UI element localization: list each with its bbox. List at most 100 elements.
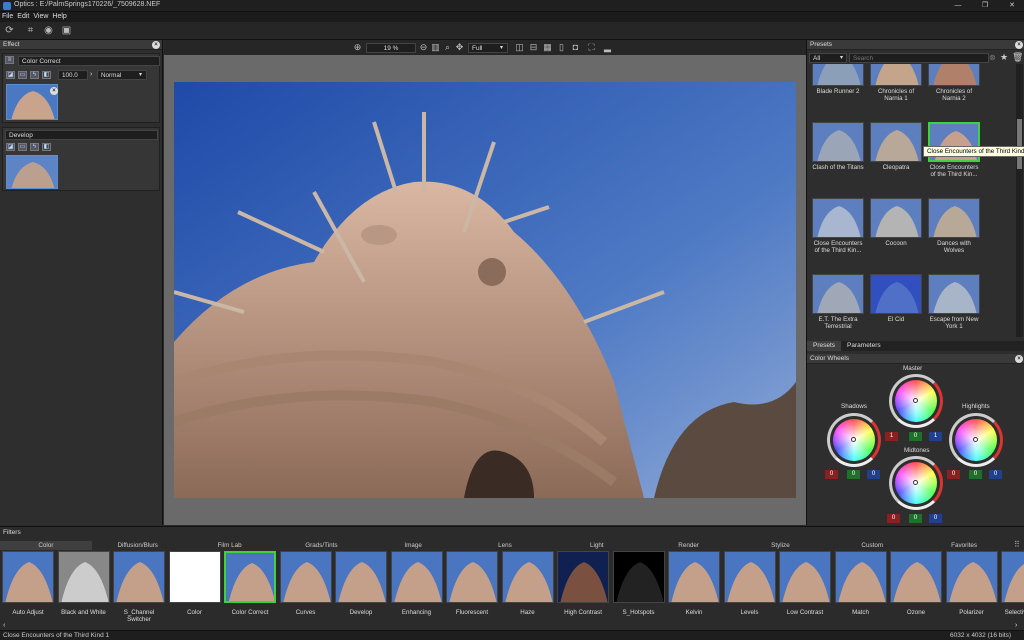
lightning-icon[interactable]: ϟ (30, 71, 39, 79)
filter-thumbnail[interactable] (168, 551, 221, 603)
tab-presets[interactable]: Presets (807, 341, 842, 351)
layer-develop[interactable]: Develop ◪ ▭ ϟ ◧ (2, 127, 160, 191)
preset-item[interactable]: E.T. The Extra Terrestrial (812, 274, 864, 337)
zoom-out-icon[interactable]: ⊖ (418, 42, 429, 52)
filter-thumbnail[interactable] (501, 551, 554, 603)
magnifier-icon[interactable]: ⌕ (442, 42, 453, 52)
preset-thumbnail[interactable] (870, 122, 922, 162)
filter-item[interactable]: Kelvin (668, 551, 720, 621)
scrollbar-thumb[interactable] (1017, 119, 1022, 169)
filter-item[interactable]: Low Contrast (779, 551, 831, 621)
filter-thumbnail[interactable] (390, 551, 443, 603)
filter-thumbnail[interactable] (335, 551, 387, 603)
filter-thumbnail[interactable] (2, 551, 54, 603)
filter-thumbnail[interactable] (1001, 551, 1024, 603)
refresh-icon[interactable]: ⟳ (3, 25, 16, 37)
filter-item[interactable]: Black and White (57, 551, 110, 621)
filter-item[interactable]: Match (834, 551, 887, 621)
filter-thumbnail[interactable] (834, 551, 887, 603)
star-icon[interactable]: ★ (1000, 52, 1008, 63)
filter-item[interactable]: Levels (723, 551, 776, 621)
preset-item[interactable]: Clash of the Titans (812, 122, 864, 192)
layer-color-correct[interactable]: ≡ Color Correct ◪ ▭ ϟ ◧ 100.0 › Normal ▾… (2, 53, 160, 123)
filter-item[interactable]: S_Hotspots (612, 551, 665, 621)
filter-item[interactable]: Fluorescent (446, 551, 498, 621)
filter-thumbnail[interactable] (945, 551, 998, 603)
pan-icon[interactable]: ✥ (454, 42, 465, 52)
layer-settings-icon[interactable]: ≡ (5, 56, 14, 64)
minimize-button[interactable]: — (948, 0, 968, 12)
filter-item[interactable]: Polarizer (945, 551, 998, 621)
filter-item[interactable]: S_Channel Switcher (113, 551, 165, 623)
crop-icon[interactable]: ⌗ (24, 25, 37, 37)
preset-thumbnail[interactable] (870, 274, 922, 314)
fit-icon[interactable]: ▥ (430, 42, 441, 52)
layer-name[interactable]: Color Correct (18, 56, 160, 66)
master-green-value[interactable]: 0 (909, 432, 922, 441)
preset-item[interactable]: Cocoon (870, 198, 922, 268)
preset-item[interactable]: Escape from New York 1 (928, 274, 980, 337)
preset-thumbnail[interactable] (812, 122, 864, 162)
menu-file[interactable]: File (0, 12, 15, 22)
split-vertical-icon[interactable]: ◫ (514, 42, 525, 52)
close-icon[interactable]: × (152, 41, 160, 49)
preset-item[interactable]: Chronicles of Narnia 2 (928, 64, 980, 116)
frame-icon[interactable]: ▣ (60, 25, 73, 37)
preset-item[interactable]: Blade Runner 2 (812, 64, 864, 116)
mask-icon[interactable]: ◧ (42, 143, 51, 151)
zoom-input[interactable]: 19 % (366, 43, 416, 53)
preset-thumbnail[interactable] (870, 198, 922, 238)
shadows-color-wheel[interactable] (833, 419, 875, 461)
lightning-icon[interactable]: ϟ (30, 143, 39, 151)
split-horizontal-icon[interactable]: ⊟ (528, 42, 539, 52)
filter-thumbnail[interactable] (57, 551, 110, 603)
monitor-icon[interactable]: ▭ (18, 71, 27, 79)
preset-thumbnail[interactable] (812, 64, 864, 86)
histogram-icon[interactable]: ▂ (602, 42, 613, 52)
preset-item[interactable]: Close Encounters of the Third Kin... (928, 122, 980, 192)
preset-thumbnail[interactable] (928, 274, 980, 314)
filter-item[interactable]: Enhancing (390, 551, 443, 621)
filter-item[interactable]: Haze (501, 551, 554, 621)
filter-item[interactable]: Selective Colo... (1001, 551, 1024, 621)
filter-thumbnail[interactable] (779, 551, 831, 603)
filter-thumbnail[interactable] (279, 551, 332, 603)
midtones-red-value[interactable]: 0 (887, 514, 900, 523)
preset-item[interactable]: Close Encounters of the Third Kin... (812, 198, 864, 268)
midtones-green-value[interactable]: 0 (909, 514, 922, 523)
filter-thumbnail[interactable] (612, 551, 665, 603)
remove-layer-icon[interactable]: × (50, 87, 58, 95)
filter-item[interactable]: Color (168, 551, 221, 621)
midtones-blue-value[interactable]: 0 (929, 514, 942, 523)
fullscreen-icon[interactable]: ⛶ (586, 42, 597, 52)
opacity-input[interactable]: 100.0 (58, 70, 88, 80)
preset-item[interactable]: Chronicles of Narnia 1 (870, 64, 922, 116)
layer-name[interactable]: Develop (5, 130, 158, 140)
filter-item[interactable]: High Contrast (557, 551, 609, 621)
preset-thumbnail[interactable] (812, 274, 864, 314)
master-color-wheel[interactable] (895, 380, 937, 422)
camera-icon[interactable]: ◘ (570, 42, 581, 52)
shadows-green-value[interactable]: 0 (847, 470, 860, 479)
scroll-right-icon[interactable]: › (1015, 622, 1017, 629)
filter-item[interactable]: Develop (335, 551, 387, 621)
preset-thumbnail[interactable] (870, 64, 922, 86)
highlights-red-value[interactable]: 0 (947, 470, 960, 479)
preset-thumbnail[interactable] (928, 64, 980, 86)
filter-item[interactable]: Curves (279, 551, 332, 621)
filter-item[interactable]: Ozone (890, 551, 942, 621)
master-red-value[interactable]: 1 (885, 432, 898, 441)
chevron-right-icon[interactable]: › (90, 70, 96, 80)
preset-item[interactable]: Dances with Wolves (928, 198, 980, 268)
menu-view[interactable]: View (31, 12, 50, 22)
highlights-green-value[interactable]: 0 (969, 470, 982, 479)
close-icon[interactable]: × (1015, 355, 1023, 363)
layer-thumbnail[interactable] (6, 155, 58, 189)
highlights-color-wheel[interactable] (955, 419, 997, 461)
select-icon[interactable]: ◪ (6, 71, 15, 79)
preset-thumbnail[interactable] (812, 198, 864, 238)
midtones-color-wheel[interactable] (895, 462, 937, 504)
zoom-in-icon[interactable]: ⊕ (352, 42, 363, 52)
preset-search-input[interactable]: Search (849, 53, 989, 63)
shadows-red-value[interactable]: 0 (825, 470, 838, 479)
